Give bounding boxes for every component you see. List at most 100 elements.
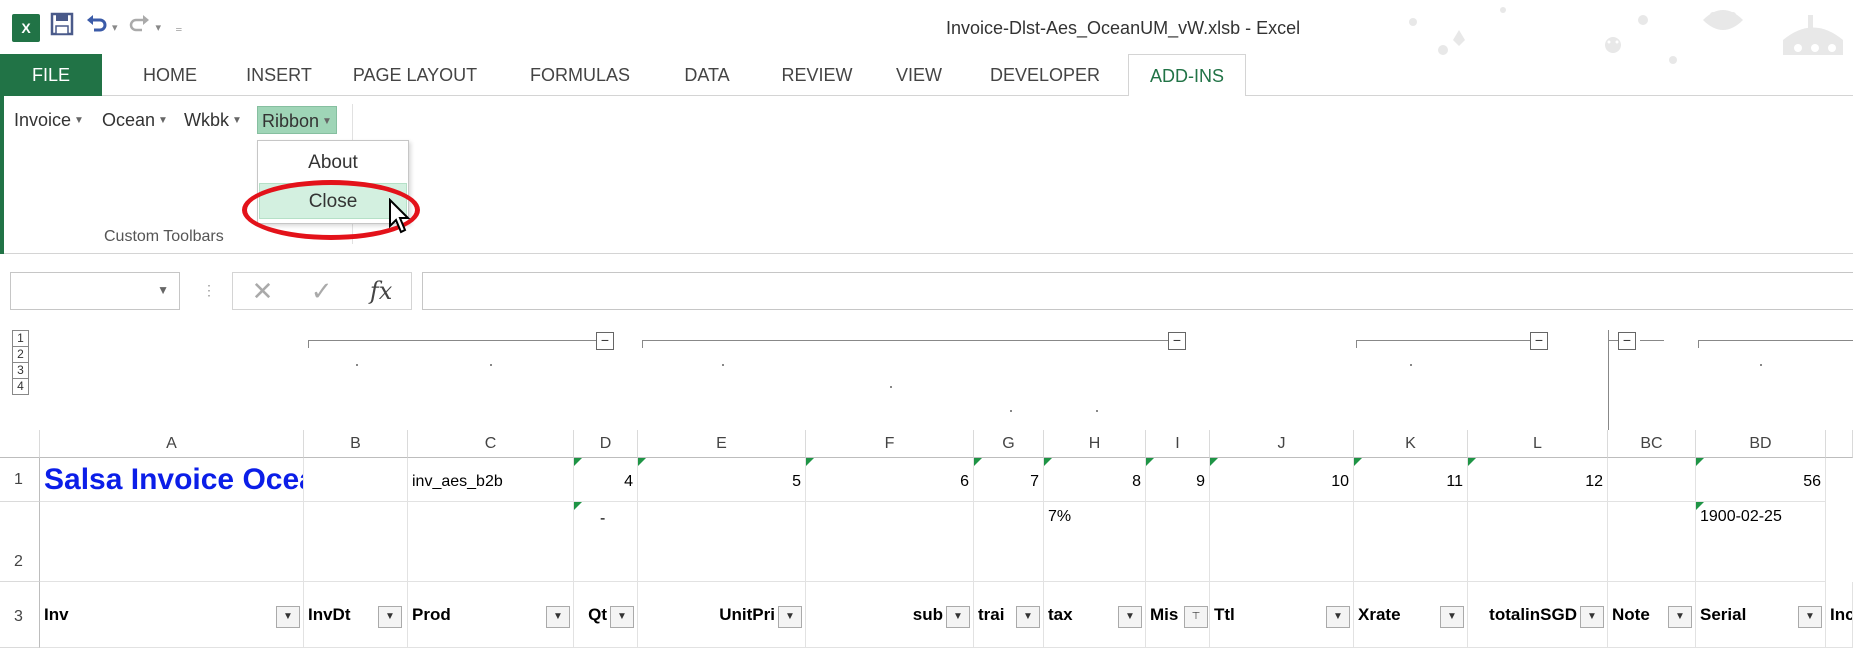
cell-i2[interactable] (1146, 502, 1210, 582)
select-all-corner[interactable] (0, 430, 40, 458)
column-header-l[interactable]: L (1468, 430, 1608, 458)
column-header-e[interactable]: E (638, 430, 806, 458)
collapse-group-icon[interactable]: − (1530, 332, 1548, 350)
tab-review[interactable]: REVIEW (772, 54, 862, 96)
filter-dropdown-icon[interactable]: ▼ (378, 606, 402, 628)
excel-logo-icon[interactable]: X (12, 13, 40, 42)
tab-data[interactable]: DATA (672, 54, 742, 96)
cell-j1[interactable]: 10 (1210, 458, 1354, 502)
cell-l1[interactable]: 12 (1468, 458, 1608, 502)
row-header-3[interactable]: 3 (0, 582, 40, 648)
cell-a2[interactable] (40, 502, 304, 582)
filter-dropdown-icon[interactable]: ▼ (1580, 606, 1604, 628)
cell-g2[interactable] (974, 502, 1044, 582)
outline-level-1-button[interactable]: 1 (12, 330, 29, 347)
filter-dropdown-icon[interactable]: ▼ (1440, 606, 1464, 628)
filter-dropdown-icon[interactable]: ▼ (276, 606, 300, 628)
cell-be3[interactable]: Inc (1826, 582, 1853, 648)
save-icon[interactable] (50, 12, 74, 43)
menu-invoice[interactable]: Invoice ▼ (10, 106, 88, 134)
filter-active-icon[interactable]: ⊤ (1184, 606, 1208, 628)
filter-dropdown-icon[interactable]: ▼ (1668, 606, 1692, 628)
redo-dropdown-icon[interactable]: ▾ (156, 21, 162, 34)
cell-a1[interactable]: Salsa Invoice Ocean (40, 458, 304, 502)
menu-item-about[interactable]: About (259, 145, 407, 181)
filter-dropdown-icon[interactable]: ▼ (1326, 606, 1350, 628)
filter-dropdown-icon[interactable]: ▼ (1798, 606, 1822, 628)
cell-j2[interactable] (1210, 502, 1354, 582)
row-header-2[interactable]: 2 (0, 502, 40, 582)
cell-a3[interactable]: Inv (40, 582, 304, 648)
cell-bc1[interactable] (1608, 458, 1696, 502)
filter-dropdown-icon[interactable]: ▼ (1016, 606, 1040, 628)
cell-i1[interactable]: 9 (1146, 458, 1210, 502)
name-box[interactable]: ▼ (10, 272, 180, 310)
cell-h1[interactable]: 8 (1044, 458, 1146, 502)
column-header-i[interactable]: I (1146, 430, 1210, 458)
cell-c2[interactable] (408, 502, 574, 582)
enter-check-icon[interactable]: ✓ (311, 276, 333, 307)
cell-d1[interactable]: 4 (574, 458, 638, 502)
cell-l2[interactable] (1468, 502, 1608, 582)
column-header-a[interactable]: A (40, 430, 304, 458)
column-header-g[interactable]: G (974, 430, 1044, 458)
cell-bd1[interactable]: 56 (1696, 458, 1826, 502)
formula-bar-grip-icon[interactable]: ⋮ (202, 282, 216, 299)
tab-developer[interactable]: DEVELOPER (982, 54, 1108, 96)
collapse-group-icon[interactable]: − (1168, 332, 1186, 350)
tab-insert[interactable]: INSERT (236, 54, 322, 96)
filter-dropdown-icon[interactable]: ▼ (610, 606, 634, 628)
cell-f1[interactable]: 6 (806, 458, 974, 502)
cell-h2[interactable]: 7% (1044, 502, 1146, 582)
filter-dropdown-icon[interactable]: ▼ (1118, 606, 1142, 628)
menu-wkbk[interactable]: Wkbk ▼ (180, 106, 246, 134)
worksheet-grid[interactable]: A B C D E F G H I J K L BC BD 1 2 3 Sals… (0, 430, 1853, 648)
undo-dropdown-icon[interactable]: ▾ (112, 21, 118, 34)
insert-function-icon[interactable]: fx (370, 277, 392, 305)
tab-file[interactable]: FILE (0, 54, 102, 96)
chevron-down-icon[interactable]: ▼ (157, 283, 169, 297)
customize-qat-icon[interactable]: ₌ (175, 19, 182, 36)
outline-level-3-button[interactable]: 3 (12, 362, 29, 379)
cell-g1[interactable]: 7 (974, 458, 1044, 502)
collapse-group-icon[interactable]: − (1618, 332, 1636, 350)
column-header-k[interactable]: K (1354, 430, 1468, 458)
cell-k1[interactable]: 11 (1354, 458, 1468, 502)
cell-bc2[interactable] (1608, 502, 1696, 582)
cell-d2[interactable]: - (574, 502, 638, 582)
outline-level-2-button[interactable]: 2 (12, 346, 29, 363)
outline-level-4-button[interactable]: 4 (12, 378, 29, 395)
filter-dropdown-icon[interactable]: ▼ (546, 606, 570, 628)
cell-e1[interactable]: 5 (638, 458, 806, 502)
filter-dropdown-icon[interactable]: ▼ (778, 606, 802, 628)
column-header-j[interactable]: J (1210, 430, 1354, 458)
column-header-f[interactable]: F (806, 430, 974, 458)
tab-view[interactable]: VIEW (888, 54, 950, 96)
tab-formulas[interactable]: FORMULAS (524, 54, 636, 96)
menu-ocean[interactable]: Ocean ▼ (98, 106, 172, 134)
menu-ribbon[interactable]: Ribbon ▼ (257, 106, 337, 134)
cell-k2[interactable] (1354, 502, 1468, 582)
cell-b1[interactable] (304, 458, 408, 502)
column-header-bc[interactable]: BC (1608, 430, 1696, 458)
tab-page-layout[interactable]: PAGE LAYOUT (348, 54, 482, 96)
cell-bd2[interactable]: 1900-02-25 (1696, 502, 1826, 582)
collapse-group-icon[interactable]: − (596, 332, 614, 350)
cell-c1[interactable]: inv_aes_b2b (408, 458, 574, 502)
redo-icon[interactable] (128, 12, 152, 43)
tab-add-ins[interactable]: ADD-INS (1128, 54, 1246, 97)
cell-f2[interactable] (806, 502, 974, 582)
column-header-c[interactable]: C (408, 430, 574, 458)
column-header-be[interactable] (1826, 430, 1853, 458)
formula-input[interactable] (422, 272, 1853, 310)
row-header-1[interactable]: 1 (0, 458, 40, 502)
undo-icon[interactable] (84, 12, 108, 43)
cancel-icon[interactable]: ✕ (252, 276, 274, 307)
cell-b2[interactable] (304, 502, 408, 582)
column-header-b[interactable]: B (304, 430, 408, 458)
tab-home[interactable]: HOME (130, 54, 210, 96)
filter-dropdown-icon[interactable]: ▼ (946, 606, 970, 628)
column-header-h[interactable]: H (1044, 430, 1146, 458)
column-header-bd[interactable]: BD (1696, 430, 1826, 458)
column-header-d[interactable]: D (574, 430, 638, 458)
